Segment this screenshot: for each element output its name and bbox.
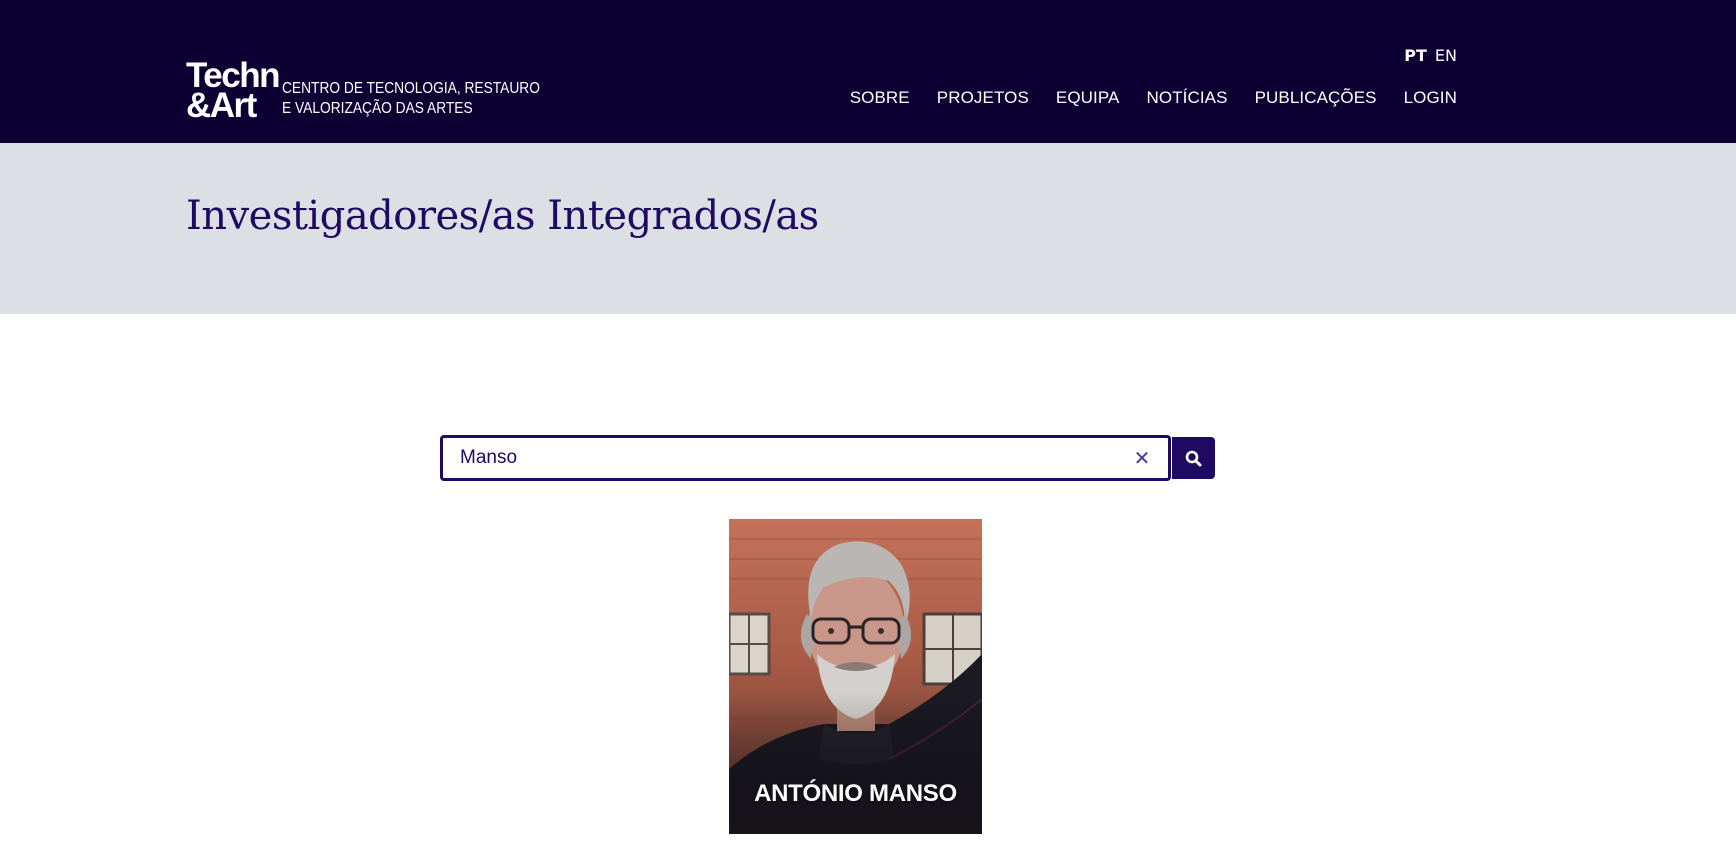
nav-item-sobre[interactable]: SOBRE <box>850 88 910 108</box>
page-title: Investigadores/as Integrados/as <box>186 193 819 239</box>
nav-item-noticias[interactable]: NOTÍCIAS <box>1146 88 1227 108</box>
search-bar: ✕ <box>440 435 1215 481</box>
logo-subtitle: CENTRO DE TECNOLOGIA, RESTAURO E VALORIZ… <box>282 79 540 119</box>
main-nav: SOBRE PROJETOS EQUIPA NOTÍCIAS PUBLICAÇÕ… <box>850 88 1457 108</box>
search-button[interactable] <box>1172 437 1215 479</box>
page-banner: Investigadores/as Integrados/as <box>0 143 1736 314</box>
search-icon <box>1185 450 1202 466</box>
nav-item-projetos[interactable]: PROJETOS <box>937 88 1029 108</box>
logo-subtitle-line2: E VALORIZAÇÃO DAS ARTES <box>282 100 473 117</box>
logo-mark: Techn &Art <box>186 58 280 125</box>
close-icon[interactable]: ✕ <box>1131 447 1153 469</box>
researcher-name: ANTÓNIO MANSO <box>754 780 957 807</box>
search-input[interactable] <box>443 438 1168 478</box>
search-box: ✕ <box>440 435 1171 481</box>
logo-subtitle-line1: CENTRO DE TECNOLOGIA, RESTAURO <box>282 80 540 97</box>
researcher-card[interactable]: ANTÓNIO MANSO <box>729 519 982 834</box>
nav-item-login[interactable]: LOGIN <box>1404 88 1457 108</box>
site-logo[interactable]: Techn &Art CENTRO DE TECNOLOGIA, RESTAUR… <box>186 49 582 125</box>
site-header: Techn &Art CENTRO DE TECNOLOGIA, RESTAUR… <box>0 0 1736 143</box>
nav-item-publicacoes[interactable]: PUBLICAÇÕES <box>1255 88 1377 108</box>
lang-en[interactable]: EN <box>1435 46 1457 65</box>
nav-item-equipa[interactable]: EQUIPA <box>1056 88 1120 108</box>
logo-mark-line2: &Art <box>186 86 257 125</box>
language-switcher: PT EN <box>1404 46 1457 65</box>
lang-pt[interactable]: PT <box>1404 46 1427 65</box>
